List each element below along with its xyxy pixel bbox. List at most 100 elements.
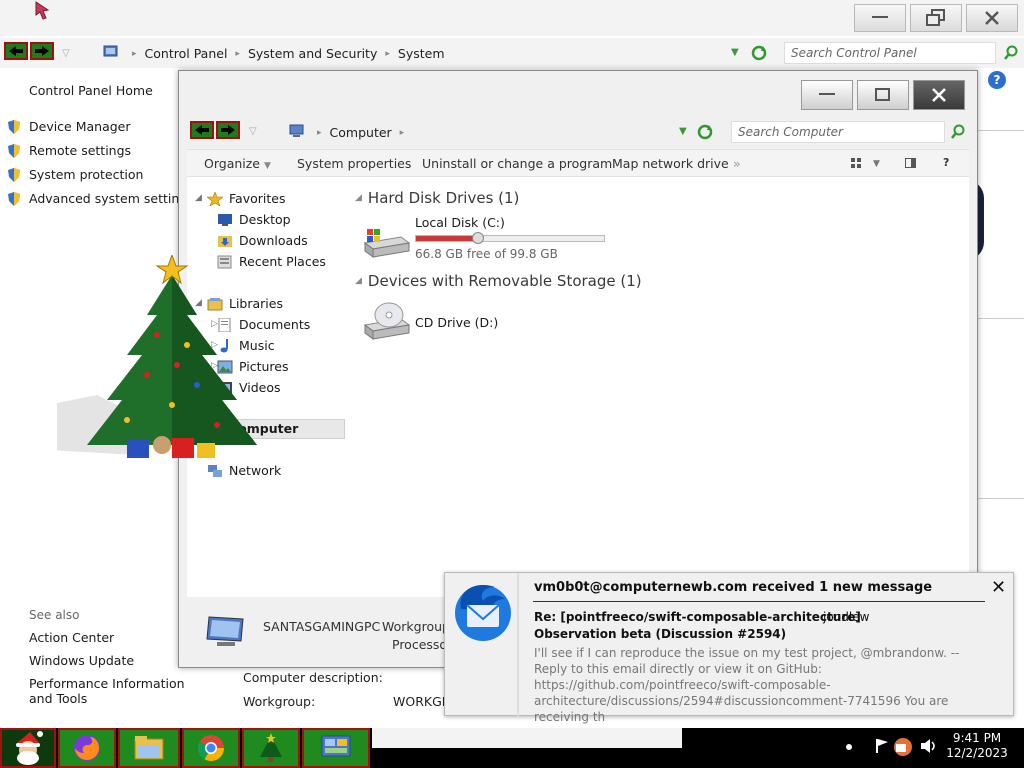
taskbar-empty-area[interactable] [372,728,682,748]
windows-update-link[interactable]: Windows Update [29,653,134,668]
nav-downloads[interactable]: Downloads [217,233,308,248]
forward-button[interactable] [216,121,240,139]
refresh-icon[interactable] [751,45,767,61]
notification-rule [533,601,985,602]
control-panel-titlebar [0,0,1024,36]
advanced-system-settings-link[interactable]: Advanced system settings [29,191,194,206]
cd-drive-label[interactable]: CD Drive (D:) [415,315,498,330]
clock-time: 9:41 PM [952,731,1002,745]
computer-icon [289,124,304,137]
removable-storage-title: Devices with Removable Storage (1) [367,272,642,290]
notification-subject-continued: Observation beta (Discussion #2594) [534,627,787,641]
christmas-tree-icon [260,733,282,762]
local-disk-icon[interactable] [363,227,411,259]
taskbar-christmas-app[interactable] [242,728,300,768]
system-protection-link[interactable]: System protection [29,167,143,182]
chrome-icon [197,735,225,762]
address-dropdown-icon[interactable]: ▼ [679,126,687,137]
thunderbird-tray-icon[interactable] [892,736,914,758]
content-pane: ◢ Hard Disk Drives (1) Local Disk (C:) 6… [353,177,969,597]
history-dropdown-icon[interactable]: ▽ [62,48,70,59]
taskbar-clock[interactable]: 9:41 PM 12/2/2023 [946,731,1008,761]
taskbar-chrome[interactable] [182,728,240,768]
hard-disk-drives-title: Hard Disk Drives (1) [367,189,520,207]
minimize-icon [872,16,888,18]
close-button[interactable] [966,4,1018,32]
nav-favorites[interactable]: Favorites [207,191,285,206]
explorer-maximize-button[interactable] [857,80,909,110]
forward-button[interactable] [30,42,54,60]
taskbar-firefox[interactable] [58,728,116,768]
help-icon[interactable]: ? [988,71,1006,89]
breadcrumb-system[interactable]: System [398,46,445,61]
collapse-arrow-icon: ◢ [355,276,362,286]
help-button[interactable]: ? [943,156,949,169]
action-center-link[interactable]: Action Center [29,630,114,645]
taskbar-control-panel[interactable] [302,728,370,768]
christmas-tree-gadget [57,255,257,458]
desktop-icon [218,213,232,226]
tray-indicator-icon[interactable] [846,744,852,750]
search-icon[interactable] [1003,45,1019,61]
remote-settings-link[interactable]: Remote settings [29,143,131,158]
shield-icon [8,192,20,206]
computer-description-label: Computer description: [243,670,383,685]
control-panel-home-link[interactable]: Control Panel Home [29,83,153,98]
cd-drive-icon[interactable] [363,301,411,343]
refresh-icon[interactable] [697,124,713,140]
shield-icon [8,120,20,134]
breadcrumb-system-and-security[interactable]: System and Security [248,46,377,61]
computer-icon [206,616,244,646]
nav-downloads-label: Downloads [239,233,308,248]
explorer-search-input[interactable]: Search Computer [731,121,945,143]
collapse-arrow-icon: ◢ [355,193,362,203]
volume-icon[interactable] [920,738,938,754]
explorer-titlebar[interactable] [179,71,977,117]
more-commands-icon[interactable]: » [733,156,741,171]
back-arrow-icon [9,46,23,56]
organize-label: Organize [204,156,260,171]
local-disk-label[interactable]: Local Disk (C:) [415,215,505,230]
start-button[interactable] [0,728,56,768]
control-panel-search-input[interactable]: Search Control Panel [784,42,996,64]
clock-date: 12/2/2023 [946,746,1008,760]
explorer-command-bar: Organize ▼ System properties Uninstall o… [187,149,969,177]
performance-information-link[interactable]: Performance Information and Tools [29,676,199,706]
breadcrumb-control-panel[interactable]: Control Panel [145,46,228,61]
star-icon [207,191,223,206]
restore-button[interactable] [910,4,962,32]
santa-start-icon [16,731,43,765]
explorer-close-button[interactable] [913,80,965,110]
search-icon[interactable] [950,124,966,140]
back-button[interactable] [190,121,214,139]
preview-pane-icon[interactable] [905,158,917,169]
view-dropdown-icon[interactable]: ▼ [873,159,880,169]
uninstall-program-button[interactable]: Uninstall or change a program [422,156,612,171]
map-network-drive-button[interactable]: Map network drive [612,156,729,171]
back-arrow-icon [195,125,209,135]
new-mail-notification[interactable]: vm0b0t@computernewb.com received 1 new m… [444,572,1014,724]
nav-desktop[interactable]: Desktop [217,212,291,227]
cursor-icon [35,1,50,20]
history-dropdown-icon[interactable]: ▽ [249,126,257,137]
back-button[interactable] [4,42,28,60]
breadcrumb-computer[interactable]: Computer [330,125,392,140]
taskbar [0,728,1024,768]
removable-storage-group[interactable]: ◢ Devices with Removable Storage (1) [355,272,642,290]
workgroup-detail-label: Workgroup [382,619,450,634]
hard-disk-drives-group[interactable]: ◢ Hard Disk Drives (1) [355,189,519,207]
system-properties-button[interactable]: System properties [297,156,411,171]
device-manager-link[interactable]: Device Manager [29,119,131,134]
expand-arrow-icon[interactable]: ◢ [195,193,202,203]
address-dropdown-icon[interactable]: ▼ [731,47,739,58]
action-center-flag-icon[interactable] [874,738,890,754]
breadcrumb: ▸ Computer ▸ [317,125,405,140]
taskbar-file-explorer[interactable] [118,728,180,768]
shield-icon [8,144,20,158]
minimize-button[interactable] [854,4,906,32]
explorer-minimize-button[interactable] [801,80,853,110]
view-options-icon[interactable] [851,158,861,168]
organize-menu[interactable]: Organize ▼ [204,156,271,171]
notification-close-button[interactable]: ✕ [991,577,1006,598]
control-panel-app-icon [321,735,351,757]
